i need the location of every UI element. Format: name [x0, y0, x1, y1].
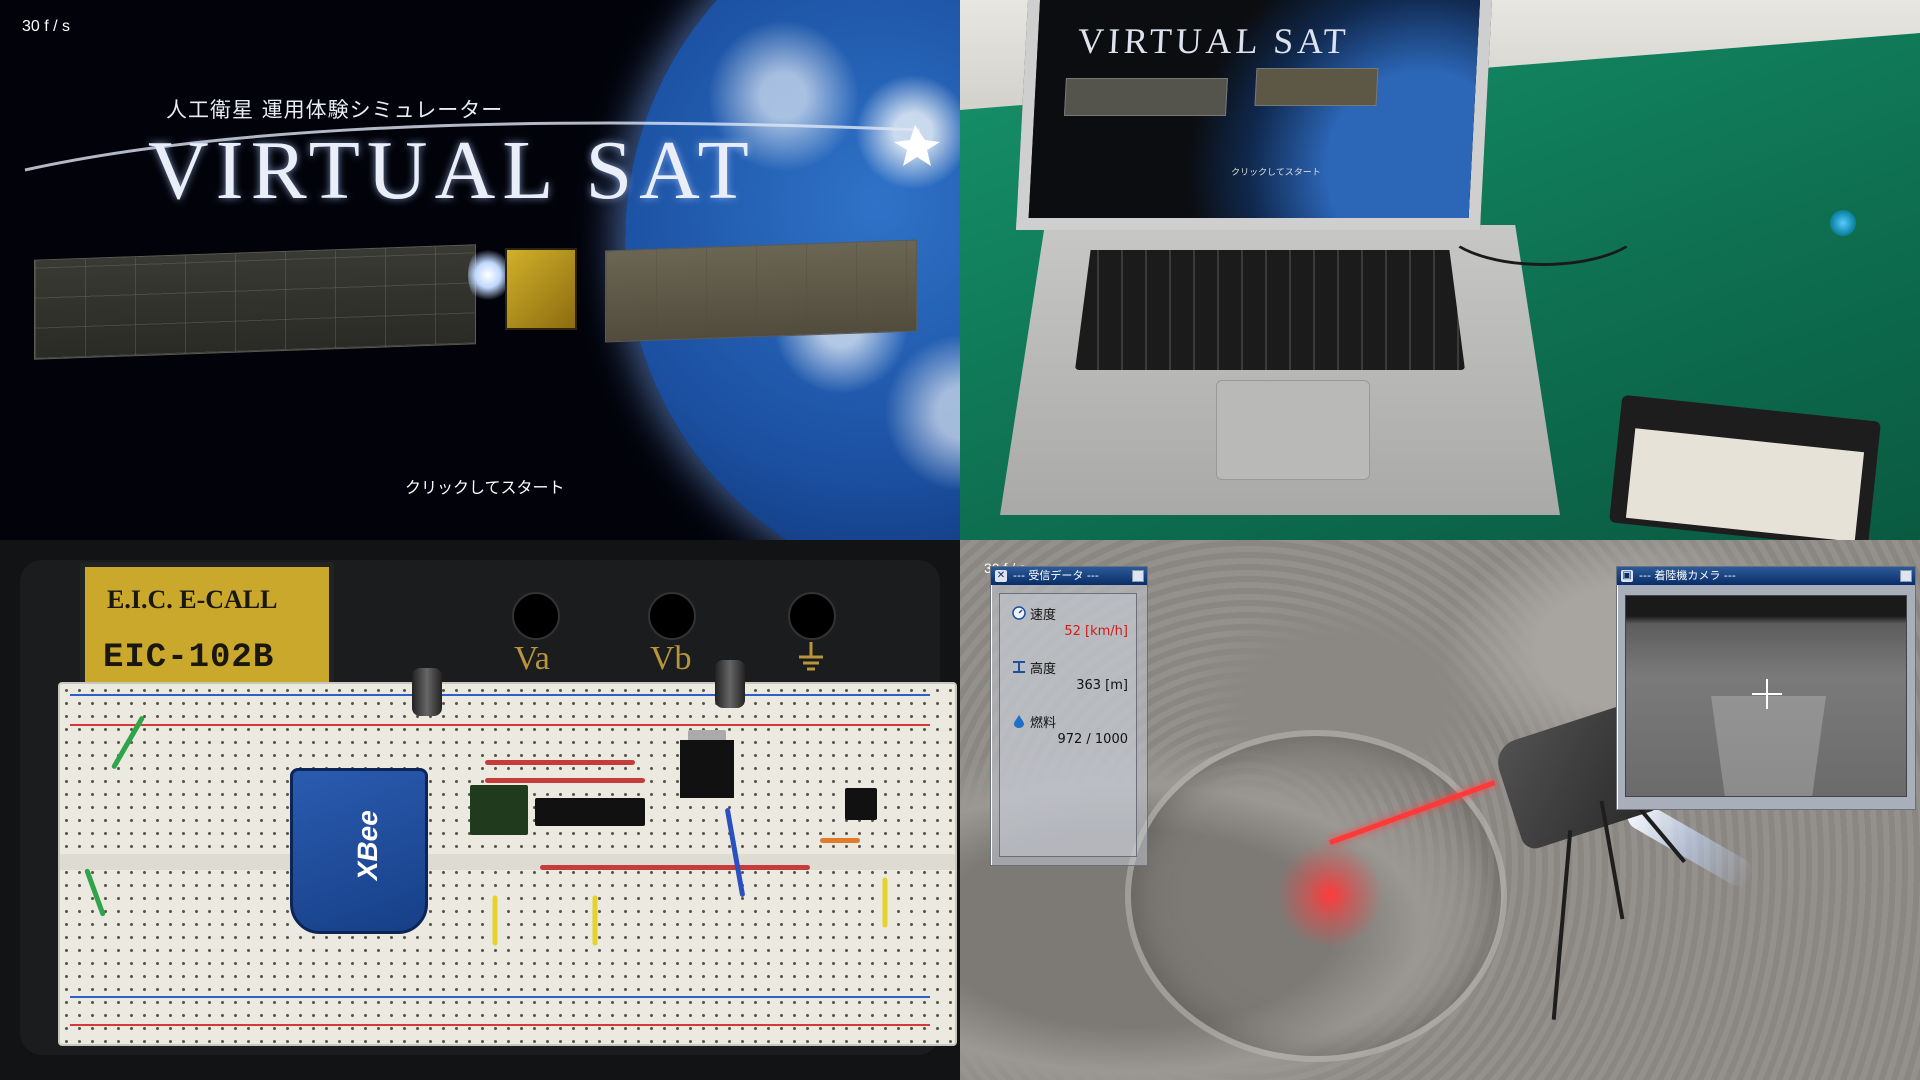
- voltage-regulator: [680, 740, 734, 798]
- fps-counter: 30 f / s: [22, 18, 71, 35]
- star-icon: [894, 125, 940, 166]
- laptop-screen-prompt: クリックしてスタート: [1230, 168, 1321, 178]
- laptop-photo: VIRTUAL SAT クリックしてスタート: [960, 0, 1920, 540]
- solar-panel-right: [605, 239, 917, 343]
- lander-camera-title: --- 着陸機カメラ ---: [1639, 569, 1736, 582]
- sun-glare: [468, 245, 508, 305]
- received-data-window[interactable]: ✕ --- 受信データ --- 速度 52 [km/h] 高度 363 [m] …: [990, 566, 1148, 866]
- received-data-title: --- 受信データ ---: [1013, 569, 1099, 582]
- lander-camera-titlebar[interactable]: ▣ --- 着陸機カメラ ---: [1617, 567, 1915, 585]
- sensor-module: [470, 785, 528, 835]
- received-data-titlebar[interactable]: ✕ --- 受信データ ---: [991, 567, 1147, 585]
- usb-cable: [1440, 180, 1646, 266]
- capacitor-1: [412, 668, 442, 716]
- wire-yellow-3: [882, 877, 888, 928]
- eic-label: E.I.C. E-CALL EIC-102B: [80, 562, 334, 698]
- laptop-keyboard: [1075, 250, 1465, 370]
- eic-brand: E.I.C. E-CALL: [107, 585, 278, 614]
- window-maximize-button[interactable]: [1132, 570, 1144, 582]
- terminal-hole-a: [512, 592, 560, 640]
- title-logo: VIRTUAL SAT: [148, 124, 756, 217]
- terminal-hole-ground: [788, 592, 836, 640]
- terminal-label-b: Vb: [650, 640, 692, 677]
- altitude-value: 363 [m]: [1076, 678, 1128, 693]
- capacitor-2: [715, 660, 745, 708]
- wire-orange: [820, 838, 860, 843]
- solar-panel-left: [34, 244, 476, 360]
- laser-spot: [1260, 840, 1400, 950]
- push-button: [845, 788, 877, 820]
- speed-label: 速度: [1030, 608, 1057, 623]
- red-rail-bottom: [70, 1024, 930, 1026]
- camera-icon[interactable]: ▣: [1621, 570, 1633, 582]
- window-maximize-button[interactable]: [1900, 570, 1912, 582]
- altitude-icon: [1013, 661, 1025, 673]
- speed-value: 52 [km/h]: [1064, 624, 1128, 639]
- crosshair-icon: [1766, 679, 1768, 709]
- laptop-solar-panel-left: [1063, 78, 1228, 116]
- fuel-label: 燃料: [1030, 716, 1057, 731]
- xbee-module: XBee: [290, 768, 428, 934]
- lander-camera-window[interactable]: ▣ --- 着陸機カメラ ---: [1616, 566, 1916, 810]
- red-rail-top: [70, 724, 930, 726]
- center-channel: [60, 854, 955, 870]
- xbee-label: XBee: [352, 807, 384, 883]
- eic-model: EIC-102B: [103, 639, 275, 677]
- blue-rail-top: [70, 694, 930, 696]
- laptop-screen: VIRTUAL SAT クリックしてスタート: [1015, 0, 1493, 230]
- wire-red-3: [540, 865, 810, 870]
- solderless-breadboard: [58, 682, 957, 1046]
- laptop-solar-panel-right: [1254, 68, 1379, 106]
- breadboard-photo: E.I.C. E-CALL EIC-102B Va Vb XBee: [0, 540, 960, 1080]
- blue-rail-bottom: [70, 996, 930, 998]
- click-to-start-prompt[interactable]: クリックしてスタート: [405, 474, 565, 498]
- wire-red-1: [485, 760, 635, 765]
- window-menu-icon[interactable]: ✕: [995, 570, 1007, 582]
- title-subtitle: 人工衛星 運用体験シミュレーター: [166, 98, 504, 122]
- wire-yellow-2: [592, 895, 598, 946]
- fuel-drop-icon: [1014, 715, 1024, 728]
- satellite-body: [505, 248, 577, 330]
- wire-yellow-1: [492, 895, 498, 946]
- altitude-label: 高度: [1030, 662, 1057, 677]
- speed-gauge-icon: [1012, 606, 1026, 620]
- fuel-value: 972 / 1000: [1057, 732, 1128, 747]
- laptop-trackpad: [1216, 380, 1370, 480]
- xbee-explorer-led: [1830, 210, 1856, 236]
- wire-red-2: [485, 778, 645, 783]
- laptop-screen-title: VIRTUAL SAT: [1076, 21, 1351, 61]
- terminal-hole-b: [648, 592, 696, 640]
- terminal-label-a: Va: [514, 640, 550, 677]
- lander-camera-view: [1625, 595, 1907, 797]
- received-data-panel: 速度 52 [km/h] 高度 363 [m] 燃料 972 / 1000: [999, 593, 1137, 857]
- virtual-sat-title-screen[interactable]: 人工衛星 運用体験シミュレーター VIRTUAL SAT 30 f / s クリ…: [0, 0, 960, 540]
- ground-icon: [799, 642, 823, 671]
- ic-chip: [535, 798, 645, 826]
- camera-laser-footprint: [1711, 696, 1826, 796]
